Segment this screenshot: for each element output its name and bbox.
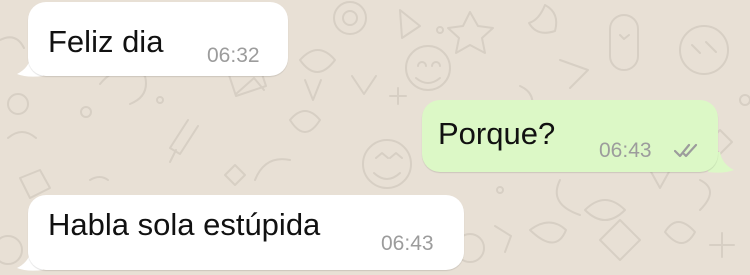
message-timestamp: 06:43 [599, 139, 652, 162]
message-text: Feliz dia [48, 24, 164, 59]
message-timestamp: 06:43 [381, 232, 434, 255]
chat-view: Feliz dia 06:32 Porque? 06:43 Habla sola… [0, 0, 750, 275]
message-text: Porque? [438, 116, 556, 151]
message-timestamp: 06:32 [207, 44, 260, 67]
message-bubble-outgoing[interactable]: Porque? 06:43 [422, 100, 718, 172]
message-text: Habla sola estúpida [48, 207, 321, 242]
double-check-icon [674, 143, 698, 158]
message-bubble-incoming[interactable]: Feliz dia 06:32 [28, 2, 288, 76]
message-bubble-incoming[interactable]: Habla sola estúpida 06:43 [28, 195, 464, 270]
